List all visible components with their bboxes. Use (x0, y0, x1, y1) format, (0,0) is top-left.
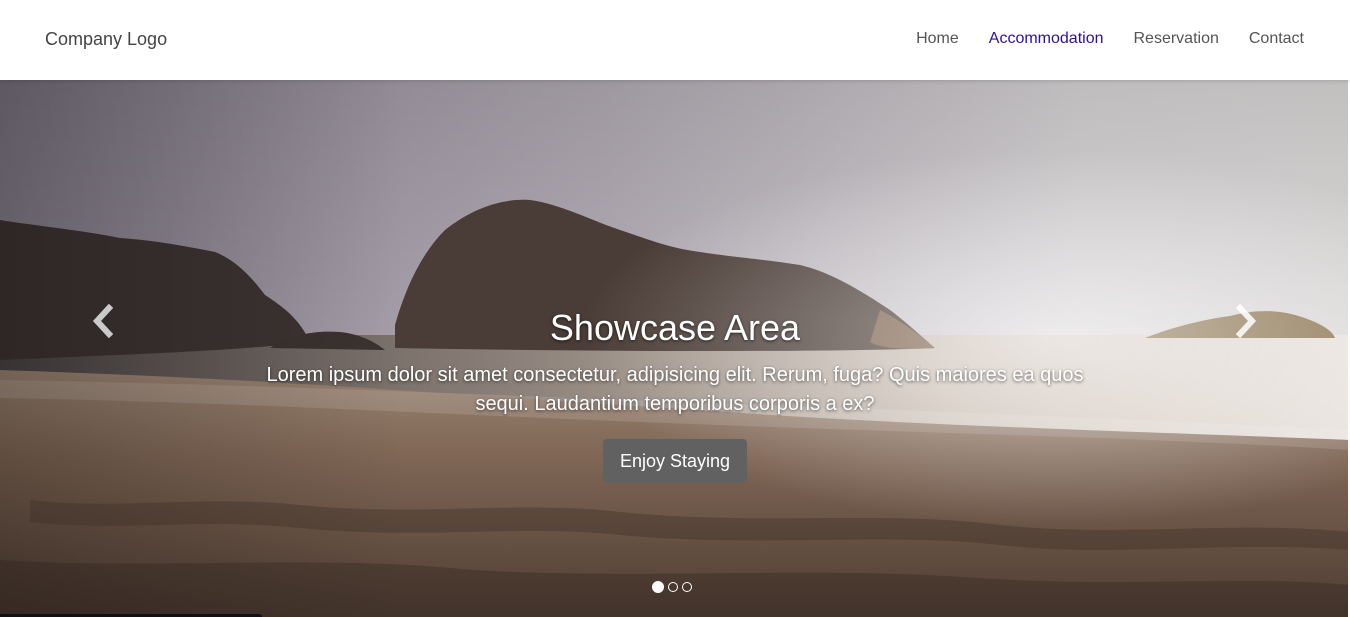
enjoy-staying-button[interactable]: Enjoy Staying (602, 439, 748, 483)
carousel-indicator-3[interactable] (682, 582, 692, 592)
company-logo-link[interactable]: Company Logo (45, 29, 167, 50)
carousel-indicator-2[interactable] (668, 582, 678, 592)
showcase-carousel: Showcase Area Lorem ipsum dolor sit amet… (0, 80, 1350, 617)
nav-links: Home Accommodation Reservation Contact (916, 30, 1304, 48)
nav-link-home[interactable]: Home (916, 30, 959, 48)
nav-link-accommodation[interactable]: Accommodation (989, 30, 1104, 48)
nav-link-reservation[interactable]: Reservation (1133, 30, 1218, 48)
navbar: Company Logo Home Accommodation Reservat… (0, 0, 1350, 80)
showcase-text: Lorem ipsum dolor sit amet consectetur, … (266, 364, 1084, 415)
carousel-indicator-1[interactable] (652, 581, 664, 593)
showcase-title: Showcase Area (549, 307, 801, 348)
showcase-caption: Showcase Area Lorem ipsum dolor sit amet… (0, 307, 1350, 483)
nav-link-contact[interactable]: Contact (1249, 30, 1304, 48)
carousel-indicators (652, 581, 692, 593)
